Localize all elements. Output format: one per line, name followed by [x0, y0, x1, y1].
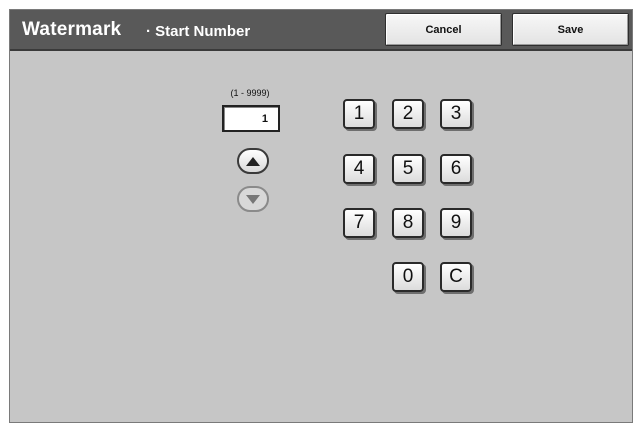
decrement-button[interactable] [237, 186, 269, 212]
watermark-start-number-screen: Watermark · Start Number Cancel Save (1 … [9, 9, 633, 423]
save-button[interactable]: Save [512, 13, 629, 46]
key-3[interactable]: 3 [440, 99, 472, 129]
key-0[interactable]: 0 [392, 262, 424, 292]
key-9[interactable]: 9 [440, 208, 472, 238]
page-subtitle: · Start Number [146, 23, 251, 40]
page-title: Watermark [22, 19, 122, 40]
range-label: (1 - 9999) [230, 88, 270, 98]
triangle-down-icon [246, 194, 260, 204]
key-8[interactable]: 8 [392, 208, 424, 238]
cancel-button[interactable]: Cancel [385, 13, 502, 46]
key-6[interactable]: 6 [440, 154, 472, 184]
key-5[interactable]: 5 [392, 154, 424, 184]
key-4[interactable]: 4 [343, 154, 375, 184]
key-7[interactable]: 7 [343, 208, 375, 238]
key-2[interactable]: 2 [392, 99, 424, 129]
start-number-field[interactable]: 1 [222, 105, 280, 132]
increment-button[interactable] [237, 148, 269, 174]
clear-key[interactable]: C [440, 262, 472, 292]
title-bar: Watermark · Start Number Cancel Save [10, 10, 632, 51]
triangle-up-icon [246, 156, 260, 166]
key-1[interactable]: 1 [343, 99, 375, 129]
